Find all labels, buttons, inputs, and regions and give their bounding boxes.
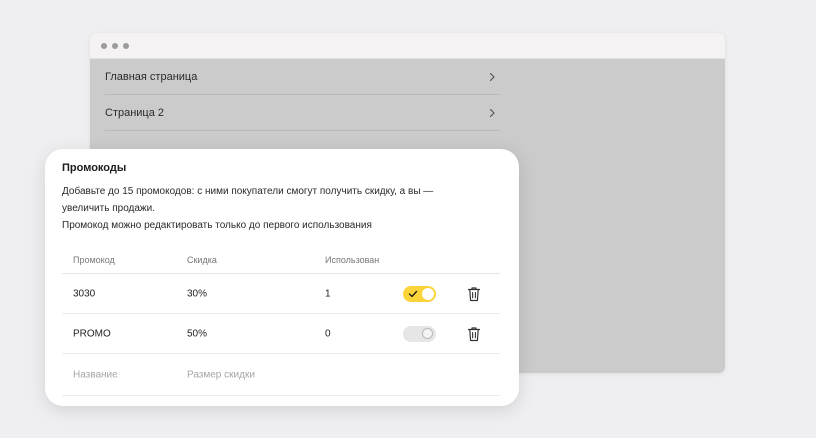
new-promo-name-wrapper <box>73 369 173 380</box>
page-item-label: Страница 2 <box>105 106 165 119</box>
promo-code[interactable]: PROMO <box>73 328 111 339</box>
page-list: Главная страница Страница 2 <box>105 59 500 131</box>
column-header-used: Использован <box>325 255 380 265</box>
description-line: Промокод можно редактировать только до п… <box>62 220 372 231</box>
promo-used-count: 1 <box>325 288 331 299</box>
promo-enabled-toggle[interactable] <box>403 325 436 342</box>
new-promo-row <box>62 354 500 396</box>
promo-discount[interactable]: 30% <box>187 288 207 299</box>
column-header-discount: Скидка <box>187 255 217 265</box>
check-icon <box>408 290 418 297</box>
promo-used-count: 0 <box>325 328 331 339</box>
promo-enabled-toggle[interactable] <box>403 285 436 302</box>
trash-icon[interactable] <box>467 326 481 342</box>
toggle-knob <box>422 287 434 300</box>
description-line: увеличить продажи. <box>62 203 155 214</box>
window-dot <box>101 42 107 49</box>
promo-code[interactable]: 3030 <box>73 288 95 299</box>
chevron-right-icon <box>489 72 495 81</box>
panel-description: Добавьте до 15 промокодов: с ними покупа… <box>62 183 482 234</box>
browser-titlebar <box>90 33 725 59</box>
table-row: PROMO 50% 0 <box>62 314 500 354</box>
toggle-knob <box>422 327 433 339</box>
chevron-right-icon <box>489 108 495 117</box>
window-dot <box>112 42 118 49</box>
new-promo-discount-input[interactable] <box>187 369 287 380</box>
new-promo-name-input[interactable] <box>73 369 173 380</box>
new-promo-discount-wrapper <box>187 369 287 380</box>
window-dot <box>123 42 129 49</box>
table-row: 3030 30% 1 <box>62 274 500 314</box>
table-header: Промокод Скидка Использован <box>62 247 500 274</box>
page-item-home[interactable]: Главная страница <box>105 59 500 95</box>
trash-icon[interactable] <box>467 286 481 302</box>
promo-discount[interactable]: 50% <box>187 328 207 339</box>
promo-codes-panel: Промокоды Добавьте до 15 промокодов: с н… <box>45 149 519 406</box>
panel-title: Промокоды <box>62 162 127 174</box>
promo-table: Промокод Скидка Использован 3030 30% 1 P <box>62 247 500 396</box>
description-line: Добавьте до 15 промокодов: с ними покупа… <box>62 186 434 197</box>
column-header-code: Промокод <box>73 255 115 265</box>
page-item-2[interactable]: Страница 2 <box>105 95 500 131</box>
page-item-label: Главная страница <box>105 70 198 83</box>
